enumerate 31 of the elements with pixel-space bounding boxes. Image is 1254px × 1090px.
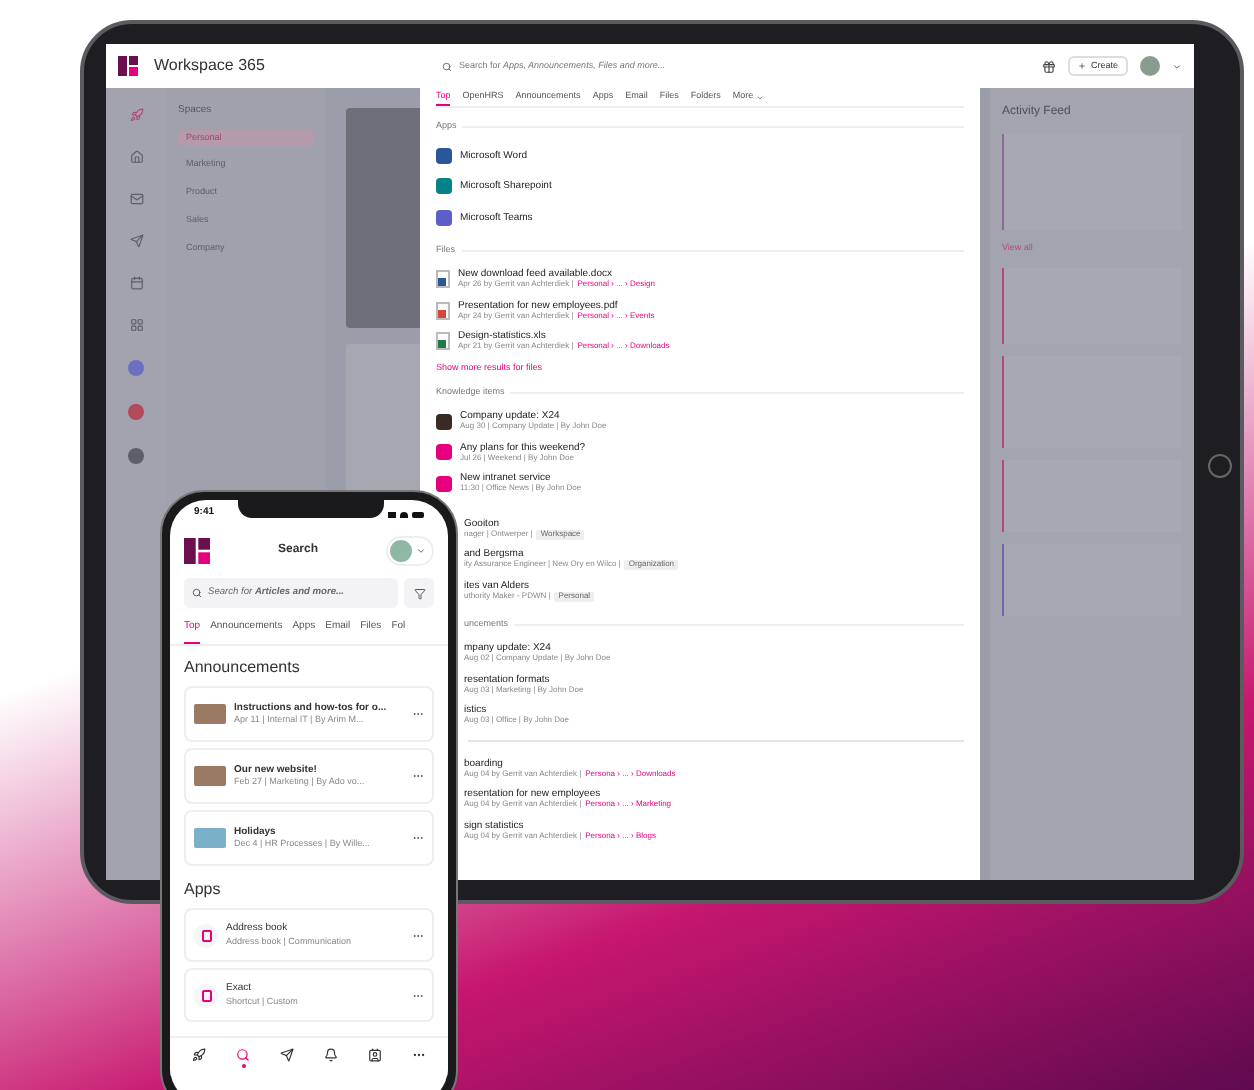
app-title: Workspace 365	[154, 54, 265, 78]
filter-icon	[413, 587, 425, 599]
nav-icon[interactable]	[129, 276, 143, 290]
search-icon	[192, 588, 202, 598]
chevron-icon[interactable]	[1172, 61, 1182, 71]
logo-icon	[184, 537, 210, 563]
nav-icon[interactable]	[129, 234, 143, 248]
chevron-icon	[416, 545, 426, 555]
rocket-icon[interactable]	[192, 1047, 207, 1067]
status-icons	[388, 511, 424, 517]
logo-icon	[118, 56, 138, 76]
gift-icon[interactable]	[1042, 59, 1057, 73]
nav-icon[interactable]	[129, 318, 143, 332]
app-icon	[194, 983, 218, 1007]
search-icon[interactable]	[236, 1047, 251, 1067]
profile-button[interactable]	[386, 535, 434, 565]
bell-icon[interactable]	[323, 1047, 338, 1067]
nav-icon[interactable]	[129, 192, 143, 206]
avatar[interactable]	[1140, 56, 1160, 76]
camera-icon	[1208, 454, 1232, 478]
send-icon[interactable]	[280, 1047, 295, 1067]
nav-icon[interactable]	[129, 108, 143, 122]
section-heading: Apps	[184, 878, 223, 902]
plus-icon	[1078, 62, 1087, 70]
contacts-icon[interactable]	[367, 1047, 382, 1067]
nav-icon[interactable]	[129, 150, 143, 164]
app-icon	[194, 923, 218, 947]
avatar	[390, 539, 412, 561]
section-heading: Announcements	[184, 656, 302, 680]
search-icon	[442, 61, 453, 71]
filter-button[interactable]	[404, 578, 434, 608]
